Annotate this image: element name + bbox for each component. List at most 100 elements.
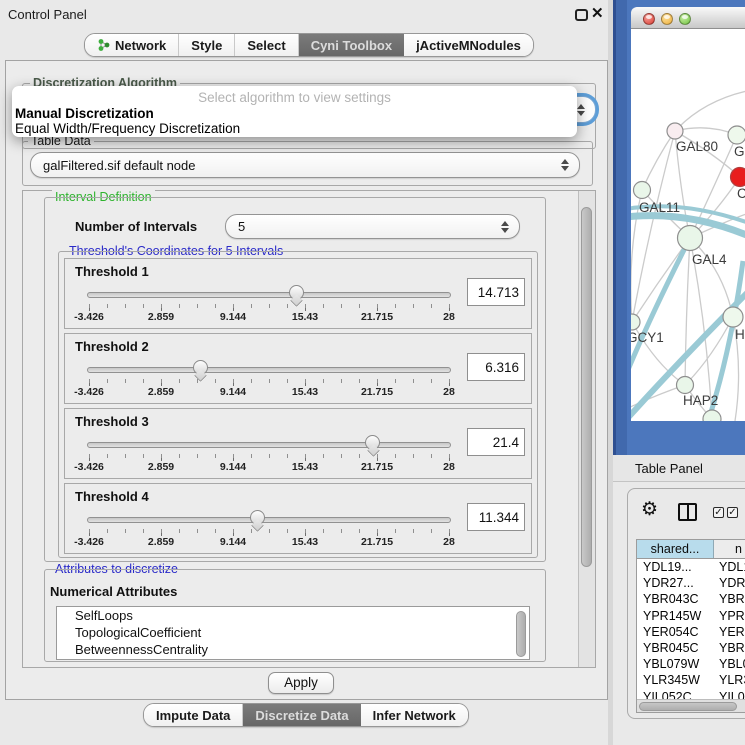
threshold-label: Threshold 4: [75, 489, 149, 504]
list-scrollbar-thumb[interactable]: [516, 611, 526, 657]
cell-name: YBR0: [714, 640, 745, 656]
network-window-titlebar[interactable]: [631, 7, 745, 29]
tab-jactivemnodules[interactable]: jActiveMNodules: [404, 34, 533, 56]
table-row[interactable]: YBR043CYBR0: [637, 591, 745, 607]
tab-select[interactable]: Select: [235, 34, 298, 56]
threshold-label: Threshold 3: [75, 414, 149, 429]
attribute-list-item[interactable]: TopologicalCoefficient: [57, 624, 529, 641]
cell-shared-name: YPR145W: [637, 608, 714, 624]
slider-tick-label: 15.43: [275, 536, 335, 548]
table-row[interactable]: YLR345WYLR3: [637, 672, 745, 688]
threshold-panel-1: Threshold 1-3.4262.8599.14415.4321.71528…: [64, 258, 532, 329]
numerical-attributes-list[interactable]: SelfLoopsTopologicalCoefficientBetweenne…: [56, 606, 530, 660]
slider-track[interactable]: [87, 367, 451, 373]
dropdown-hint: Select algorithm to view settings: [12, 90, 577, 105]
svg-text:HAP2: HAP2: [683, 393, 718, 408]
tab-discretize-data[interactable]: Discretize Data: [243, 704, 360, 726]
tab-label: Impute Data: [156, 708, 230, 723]
slider-ticks-minor: [89, 454, 450, 458]
tab-label: Network: [115, 38, 166, 53]
table-row[interactable]: YER054CYER0: [637, 624, 745, 640]
tab-impute-data[interactable]: Impute Data: [144, 704, 243, 726]
slider-thumb[interactable]: [193, 360, 208, 375]
split-pane-icon[interactable]: [678, 503, 697, 521]
dropdown-item-equal-width[interactable]: Equal Width/Frequency Discretization: [15, 121, 240, 136]
attribute-list-item[interactable]: BetweennessCentrality: [57, 641, 529, 658]
slider-tick-label: 21.715: [347, 386, 407, 398]
table-row[interactable]: YBR045CYBR0: [637, 640, 745, 656]
table-row[interactable]: YBL079WYBL0: [637, 656, 745, 672]
svg-text:GAL11: GAL11: [639, 200, 680, 215]
table-data-combo[interactable]: galFiltered.sif default node: [30, 152, 580, 178]
cell-name: YBL0: [714, 656, 745, 672]
tab-infer-network[interactable]: Infer Network: [361, 704, 468, 726]
column-header-name[interactable]: n: [714, 540, 745, 558]
threshold-value-field[interactable]: 6.316: [467, 353, 525, 381]
scrollbar-thumb[interactable]: [581, 207, 592, 567]
tab-network[interactable]: Network: [85, 34, 179, 56]
svg-text:GAL80: GAL80: [676, 139, 718, 154]
slider-tick-label: 2.859: [131, 536, 191, 548]
network-canvas[interactable]: GAL80 G C GAL11 GAL4 GCY1 H HAP2: [631, 29, 745, 421]
dropdown-item-manual[interactable]: Manual Discretization: [15, 106, 154, 121]
gear-icon[interactable]: ⚙: [641, 500, 658, 519]
slider-tick-label: 28: [419, 311, 479, 323]
cell-name: YDR2: [714, 575, 745, 591]
slider-track[interactable]: [87, 517, 451, 523]
column-header-shared-name[interactable]: shared...: [637, 540, 714, 558]
slider-tick-label: 15.43: [275, 386, 335, 398]
slider-tick-label: 2.859: [131, 461, 191, 473]
table-row[interactable]: YDR27...YDR2: [637, 575, 745, 591]
scrollbar-thumb[interactable]: [639, 702, 737, 711]
slider-tick-label: -3.426: [59, 311, 119, 323]
stepper-icon: [577, 104, 585, 116]
slider-tick-label: 2.859: [131, 311, 191, 323]
cell-name: YPR1: [714, 608, 745, 624]
threshold-value-field[interactable]: 21.4: [467, 428, 525, 456]
close-icon[interactable]: ✕: [591, 4, 604, 22]
slider-ticks-minor: [89, 379, 450, 383]
node-attribute-table[interactable]: shared... n YDL19...YDL1YDR27...YDR2YBR0…: [636, 539, 745, 713]
zoom-traffic-light-icon[interactable]: [679, 13, 691, 25]
slider-tick-label: 28: [419, 386, 479, 398]
intervals-combo[interactable]: 5: [225, 214, 520, 239]
apply-button[interactable]: Apply: [268, 672, 334, 694]
cell-shared-name: YBL079W: [637, 656, 714, 672]
svg-text:GCY1: GCY1: [631, 330, 664, 345]
slider-tick-label: -3.426: [59, 461, 119, 473]
threshold-value-field[interactable]: 11.344: [467, 503, 525, 531]
threshold-panel-2: Threshold 2-3.4262.8599.14415.4321.71528…: [64, 333, 532, 404]
slider-track[interactable]: [87, 292, 451, 298]
slider-tick-label: -3.426: [59, 536, 119, 548]
table-horizontal-scrollbar[interactable]: [637, 699, 745, 712]
float-icon[interactable]: [575, 9, 588, 21]
table-header-row: shared... n: [637, 540, 745, 559]
tab-style[interactable]: Style: [179, 34, 235, 56]
checkbox-icon[interactable]: ✓: [713, 507, 724, 518]
slider-track[interactable]: [87, 442, 451, 448]
intervals-label: Number of Intervals: [75, 219, 197, 234]
slider-tick-label: 9.144: [203, 311, 263, 323]
stepper-icon: [501, 221, 509, 233]
minimize-traffic-light-icon[interactable]: [661, 13, 673, 25]
cell-name: YBR0: [714, 591, 745, 607]
table-row[interactable]: YDL19...YDL1: [637, 559, 745, 575]
svg-text:C: C: [737, 186, 745, 201]
slider-thumb[interactable]: [289, 285, 304, 300]
slider-tick-label: 9.144: [203, 386, 263, 398]
slider-tick-label: 21.715: [347, 311, 407, 323]
slider-tick-label: 9.144: [203, 536, 263, 548]
attribute-list-item[interactable]: SelfLoops: [57, 607, 529, 624]
threshold-value-field[interactable]: 14.713: [467, 278, 525, 306]
tab-label: Style: [191, 38, 222, 53]
tab-cyni-toolbox[interactable]: Cyni Toolbox: [299, 34, 404, 56]
tab-label: Discretize Data: [255, 708, 348, 723]
close-traffic-light-icon[interactable]: [643, 13, 655, 25]
checkbox-icon[interactable]: ✓: [727, 507, 738, 518]
threshold-panel-3: Threshold 3-3.4262.8599.14415.4321.71528…: [64, 408, 532, 479]
settings-vertical-scrollbar[interactable]: [578, 191, 595, 667]
cell-shared-name: YDL19...: [637, 559, 714, 575]
table-row[interactable]: YPR145WYPR1: [637, 608, 745, 624]
cell-shared-name: YDR27...: [637, 575, 714, 591]
tab-label: Cyni Toolbox: [311, 38, 392, 53]
